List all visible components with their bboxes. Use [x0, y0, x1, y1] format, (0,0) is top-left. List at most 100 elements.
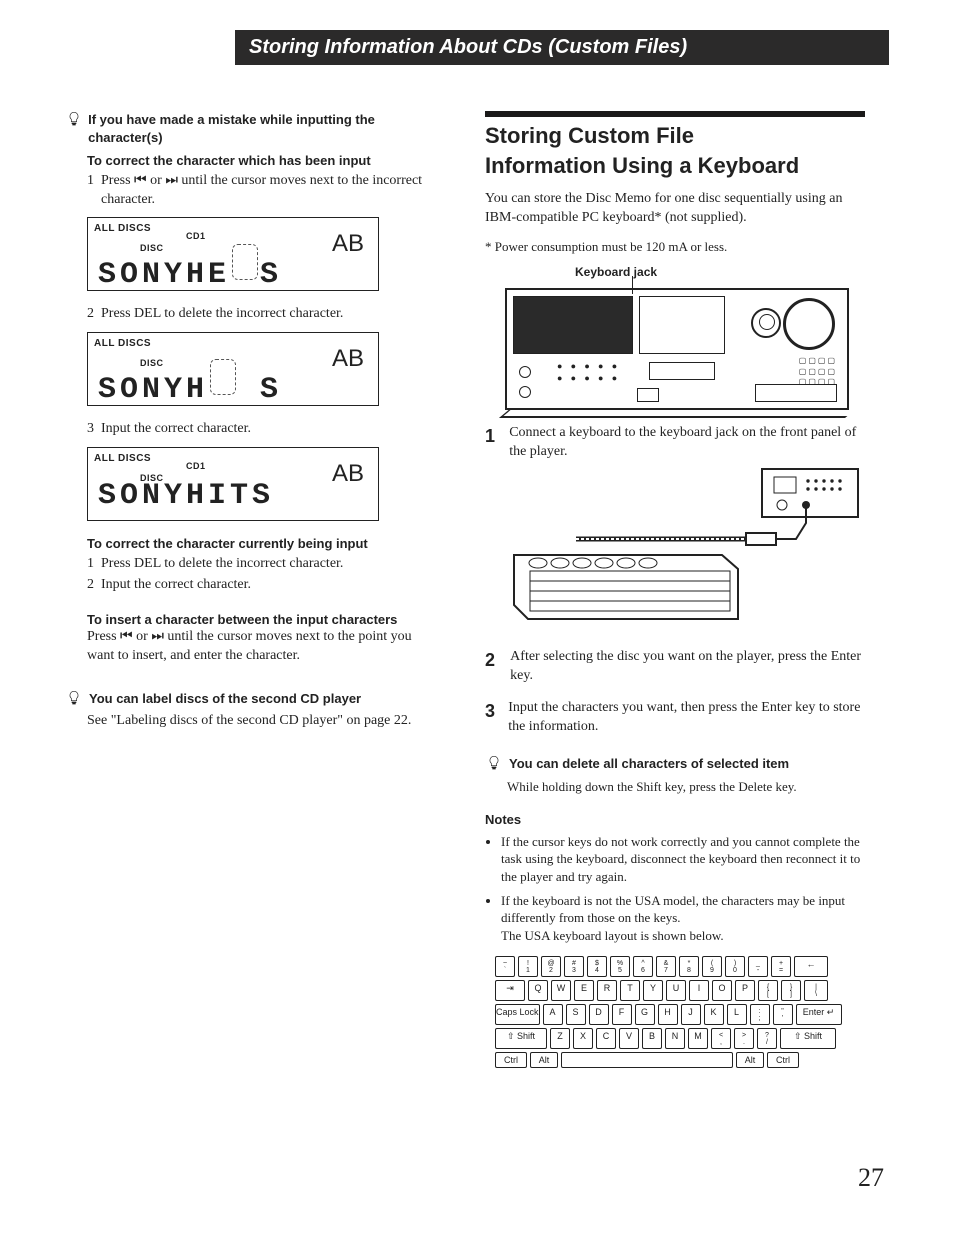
lcd-display-1: ALL DISCS CD1 DISC AB SONYHES [87, 217, 379, 291]
keyboard-key: D [589, 1004, 609, 1025]
keyboard-row-5: CtrlAlt AltCtrl [495, 1052, 855, 1068]
step-1-text: Connect a keyboard to the keyboard jack … [509, 424, 865, 462]
step-number-2: 2 [485, 648, 498, 672]
keyboard-key: N [665, 1028, 685, 1049]
keyboard-key: _- [748, 956, 768, 977]
keyboard-key: ⇥ [495, 980, 525, 1001]
keyboard-row-3: Caps LockASDFGHJKL:;"'Enter ↵ [495, 1004, 855, 1025]
keyboard-key: Y [643, 980, 663, 1001]
keyboard-key: @2 [541, 956, 561, 977]
intro-text: You can store the Disc Memo for one disc… [485, 190, 865, 228]
right-column: Storing Custom File Information Using a … [485, 111, 865, 1071]
keyboard-key: X [573, 1028, 593, 1049]
tip-mistake-heading: If you have made a mistake while inputti… [88, 111, 435, 146]
keyboard-key: A [543, 1004, 563, 1025]
step-2-text: After selecting the disc you want on the… [510, 648, 865, 686]
keyboard-key: *8 [679, 956, 699, 977]
keyboard-key: <, [711, 1028, 731, 1049]
keyboard-key: O [712, 980, 732, 1001]
notes-list: If the cursor keys do not work correctly… [485, 833, 865, 944]
keyboard-row-1: ~`!1@2#3$4%5^6&7*8(9)0_-+=← [495, 956, 855, 977]
keyboard-key: |\ [804, 980, 828, 1001]
keyboard-key: Alt [530, 1052, 558, 1068]
keyboard-key: T [620, 980, 640, 1001]
tip-second-player-body: See "Labeling discs of the second CD pla… [87, 712, 435, 731]
insert-heading: To insert a character between the input … [87, 611, 435, 629]
keyboard-key: (9 [702, 956, 722, 977]
keyboard-key [561, 1052, 733, 1068]
keyboard-key: R [597, 980, 617, 1001]
section-title: Storing Custom File Information Using a … [485, 121, 865, 180]
keyboard-key: :; [750, 1004, 770, 1025]
step-3-text: Input the characters you want, then pres… [508, 699, 865, 737]
keyboard-key: Caps Lock [495, 1004, 540, 1025]
tip-icon [485, 755, 503, 778]
keyboard-key: Alt [736, 1052, 764, 1068]
notes-heading: Notes [485, 811, 865, 829]
note-2: If the keyboard is not the USA model, th… [501, 892, 865, 945]
keyboard-key: ← [794, 956, 828, 977]
keyboard-key: $4 [587, 956, 607, 977]
correct-step-1: 1 Press ⏮ or ⏭ until the cursor moves ne… [87, 172, 435, 210]
keyboard-key: #3 [564, 956, 584, 977]
keyboard-key: Ctrl [767, 1052, 799, 1068]
correct-step-2: 2 Press DEL to delete the incorrect char… [87, 305, 435, 324]
keyboard-layout-diagram: ~`!1@2#3$4%5^6&7*8(9)0_-+=← ⇥QWERTYUIOP{… [495, 956, 855, 1068]
keyboard-key: >. [734, 1028, 754, 1049]
keyboard-key: }] [781, 980, 801, 1001]
keyboard-key: M [688, 1028, 708, 1049]
keyboard-key: F [612, 1004, 632, 1025]
keyboard-key: W [551, 980, 571, 1001]
tip-delete-heading: You can delete all characters of selecte… [509, 755, 789, 773]
keyboard-key: %5 [610, 956, 630, 977]
keyboard-key: V [619, 1028, 639, 1049]
correct-step-3: 3 Input the correct character. [87, 420, 435, 439]
footnote: * Power consumption must be 120 mA or le… [485, 238, 865, 256]
keyboard-key: L [727, 1004, 747, 1025]
keyboard-key: ⇧ Shift [495, 1028, 547, 1049]
keyboard-key: &7 [656, 956, 676, 977]
keyboard-key: H [658, 1004, 678, 1025]
keyboard-key: K [704, 1004, 724, 1025]
keyboard-key: J [681, 1004, 701, 1025]
keyboard-key: ~` [495, 956, 515, 977]
step-number-3: 3 [485, 699, 496, 723]
section-bar [485, 111, 865, 117]
keyboard-key: Q [528, 980, 548, 1001]
keyboard-key: G [635, 1004, 655, 1025]
keyboard-key: Ctrl [495, 1052, 527, 1068]
step-number-1: 1 [485, 424, 497, 448]
keyboard-connection-diagram [505, 462, 867, 634]
keyboard-key: Enter ↵ [796, 1004, 842, 1025]
keyboard-key: "' [773, 1004, 793, 1025]
keyboard-key: I [689, 980, 709, 1001]
keyboard-key: U [666, 980, 686, 1001]
tip-icon [65, 111, 82, 134]
lcd-display-3: ALL DISCS CD1 DISC AB SONYHITS [87, 447, 379, 521]
keyboard-key: {[ [758, 980, 778, 1001]
left-column: If you have made a mistake while inputti… [65, 111, 435, 1071]
keyboard-key: ^6 [633, 956, 653, 977]
page-number: 27 [858, 1163, 884, 1193]
tip-second-player-heading: You can label discs of the second CD pla… [89, 690, 361, 708]
keyboard-key: S [566, 1004, 586, 1025]
keyboard-row-2: ⇥QWERTYUIOP{[}]|\ [495, 980, 855, 1001]
keyboard-key: ?/ [757, 1028, 777, 1049]
player-diagram: ● ● ● ● ●● ● ● ● ● ▢▢▢▢▢▢▢▢▢▢▢▢ [505, 288, 849, 410]
keyboard-key: E [574, 980, 594, 1001]
tip-icon [65, 690, 83, 713]
tip-delete-body: While holding down the Shift key, press … [507, 778, 865, 796]
keyboard-key: += [771, 956, 791, 977]
keyboard-key: C [596, 1028, 616, 1049]
keyboard-key: Z [550, 1028, 570, 1049]
keyboard-row-4: ⇧ ShiftZXCVBNM<,>.?/⇧ Shift [495, 1028, 855, 1049]
lcd-display-2: ALL DISCS DISC AB SONYH S [87, 332, 379, 406]
insert-body: Press ⏮ or ⏭ until the cursor moves next… [87, 628, 435, 666]
keyboard-key: !1 [518, 956, 538, 977]
keyboard-jack-label: Keyboard jack [575, 264, 865, 280]
currently-step-2: 2 Input the correct character. [87, 576, 435, 595]
note-1: If the cursor keys do not work correctly… [501, 833, 865, 886]
keyboard-key: B [642, 1028, 662, 1049]
keyboard-key: ⇧ Shift [780, 1028, 836, 1049]
currently-heading: To correct the character currently being… [87, 535, 435, 553]
